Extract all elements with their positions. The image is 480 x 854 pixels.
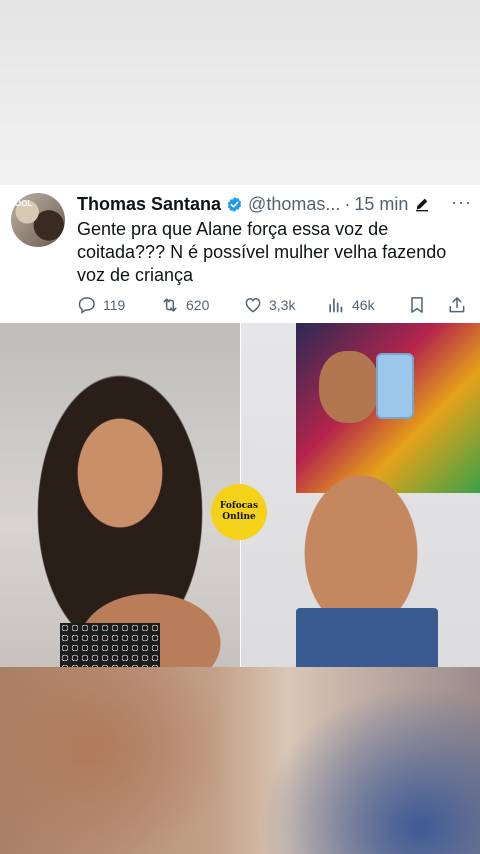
media-photo-left[interactable] [0, 323, 240, 667]
tweet-actions: 119 620 3,3k 46k [77, 295, 471, 317]
tweet-text: Gente pra que Alane força essa voz de co… [77, 219, 447, 285]
like-button[interactable]: 3,3k [243, 295, 295, 315]
reply-icon [78, 297, 95, 314]
tweet-media[interactable]: Fofocas Online [0, 323, 480, 667]
avatar[interactable]: OOL [11, 193, 65, 247]
avatar-caption: OOL [15, 199, 33, 208]
author-handle[interactable]: @thomas... [248, 194, 340, 215]
badge-line-2: Online [222, 512, 256, 522]
phone-in-photo [376, 353, 414, 419]
share-button[interactable] [447, 295, 467, 315]
bookmark-icon [411, 297, 423, 313]
bookmark-button[interactable] [407, 295, 427, 315]
views-button[interactable]: 46k [326, 295, 375, 315]
photo-subject-head [319, 351, 379, 423]
author-name[interactable]: Thomas Santana [77, 194, 221, 215]
views-icon [329, 298, 343, 313]
edit-icon [416, 198, 429, 212]
photo-subject-jeans [296, 608, 438, 667]
more-icon[interactable]: ··· [451, 192, 472, 213]
tweet-header: Thomas Santana @thomas... · 15 min ··· [77, 192, 472, 216]
retweet-count: 620 [186, 297, 210, 313]
watermark-badge: Fofocas Online [211, 484, 267, 540]
blurred-background-bottom [0, 667, 480, 854]
blurred-background-top [0, 0, 480, 185]
retweet-icon [163, 298, 177, 312]
like-icon [245, 297, 261, 313]
like-count: 3,3k [269, 297, 296, 313]
verified-icon [227, 196, 242, 212]
share-icon [449, 297, 465, 313]
media-photo-right[interactable] [241, 323, 480, 667]
reply-button[interactable]: 119 [77, 295, 125, 315]
retweet-button[interactable]: 620 [160, 295, 209, 315]
reply-count: 119 [103, 297, 126, 313]
tweet-card[interactable]: OOL Thomas Santana @thomas... · 15 min ·… [0, 185, 480, 323]
badge-line-1: Fofocas [219, 501, 259, 511]
tweet-timestamp[interactable]: 15 min [354, 194, 408, 215]
photo-subject-top [60, 623, 160, 667]
separator-dot: · [344, 193, 351, 214]
views-count: 46k [352, 297, 375, 313]
